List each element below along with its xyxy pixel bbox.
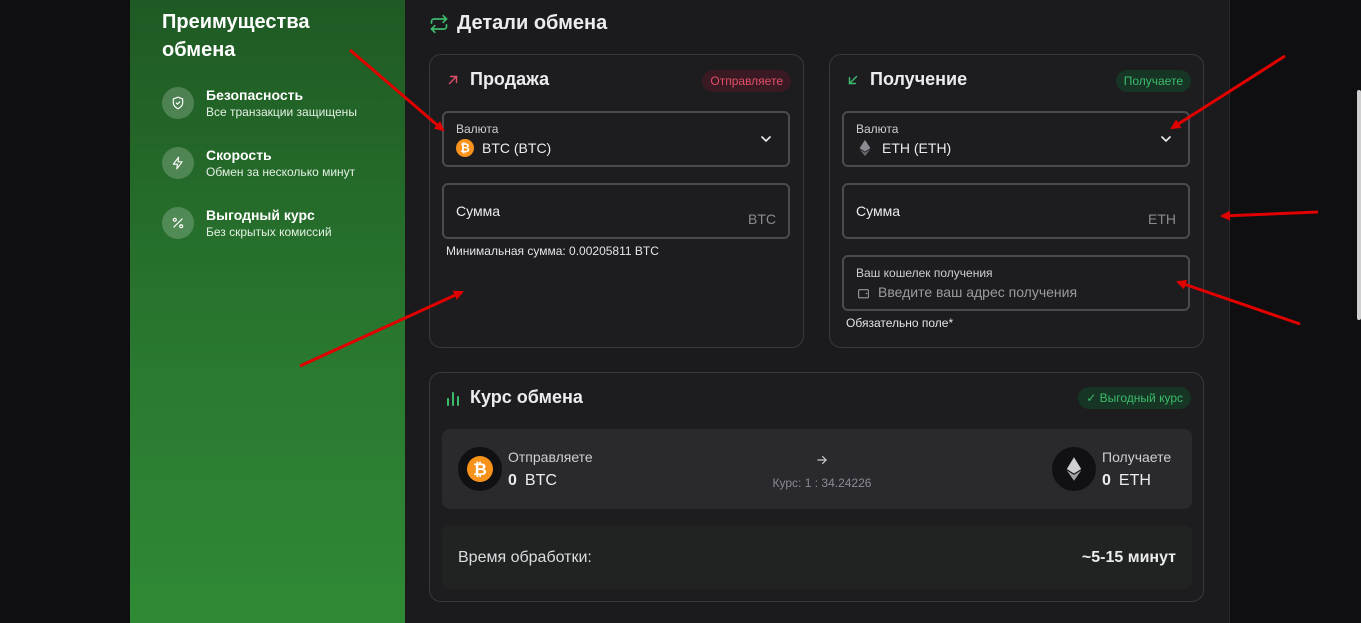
receive-amount-input[interactable]: Сумма ETH [842,183,1190,239]
sell-amount-input[interactable]: Сумма BTC [442,183,790,239]
currency-label: Валюта [856,122,899,136]
required-field-hint: Обязательно поле* [846,316,954,330]
wallet-label: Ваш кошелек получения [856,266,993,280]
send-currency: BTC [524,472,557,489]
amount-label: Сумма [856,203,900,219]
rate-summary: ₿ Отправляете 0 BTC Курс: 1 : 34.24226 По… [442,429,1192,509]
exchange-rate-card: Курс обмена ✓ Выгодный курс ₿ Отправляет… [429,372,1204,602]
benefit-title: Скорость [206,147,272,163]
svg-text:₿: ₿ [460,141,470,155]
benefit-rate: Выгодный курс Без скрытых комиссий [162,206,332,240]
benefits-sidebar: Преимущества обмена Безопасность Все тра… [130,0,405,623]
rate-card-header: Курс обмена [446,387,583,408]
selected-currency: ₿ BTC (BTC) [456,139,551,157]
wallet-icon [858,289,869,299]
amount-unit: BTC [748,211,776,227]
selected-currency: ETH (ETH) [856,139,951,157]
arrow-down-left-icon [848,75,858,84]
receive-card: Получение Получаете Валюта ETH (ETH) Сум… [829,54,1204,348]
lightning-icon [162,147,194,179]
currency-value: ETH (ETH) [882,140,952,156]
send-label: Отправляете [508,449,593,465]
best-rate-badge: ✓ Выгодный курс [1078,387,1191,409]
bar-chart-icon [447,391,459,406]
svg-text:₿: ₿ [473,459,487,479]
benefit-speed: Скорость Обмен за несколько минут [162,146,355,180]
chevron-down-icon[interactable] [758,131,774,147]
receive-label: Получаете [1102,449,1172,465]
send-amount: 0 BTC [508,472,557,490]
ethereum-icon [1052,447,1096,491]
benefit-subtitle: Обмен за несколько минут [206,165,356,179]
best-rate-text: Выгодный курс [1099,391,1183,405]
page-margin-left [0,0,130,623]
processing-time-value: ~5-15 минут [1081,549,1176,566]
processing-time: Время обработки: ~5-15 минут [442,525,1192,589]
currency-value: BTC (BTC) [482,140,552,156]
percent-icon [162,207,194,239]
sell-card-header: Продажа [446,69,549,90]
wallet-placeholder: Введите ваш адрес получения [878,284,1078,300]
page-title: Детали обмена [429,12,607,35]
sidebar-title: Преимущества обмена [162,11,310,61]
bitcoin-icon: ₿ [456,139,474,157]
amount-label: Сумма [456,203,500,219]
ethereum-icon [859,139,871,157]
wallet-address-input[interactable]: Ваш кошелек получения Введите ваш адрес … [842,255,1190,311]
benefit-title: Выгодный курс [206,207,315,223]
currency-label: Валюта [456,122,499,136]
receive-amount: 0 ETH [1102,472,1151,490]
amount-unit: ETH [1148,211,1176,227]
receive-badge: Получаете [1115,70,1191,92]
processing-time-label: Время обработки: [458,549,592,566]
arrow-up-right-icon [448,75,458,84]
receive-card-header: Получение [846,69,967,90]
chevron-down-icon[interactable] [1158,131,1174,147]
sell-card-title: Продажа [470,69,550,89]
min-amount-hint: Минимальная сумма: 0.00205811 BTC [446,244,659,258]
page-margin-right [1229,0,1361,623]
check-icon: ✓ [1086,391,1100,405]
sell-currency-select[interactable]: Валюта ₿ BTC (BTC) [442,111,790,167]
benefit-security: Безопасность Все транзакции защищены [162,86,357,120]
rate-card-title: Курс обмена [470,387,583,407]
benefit-subtitle: Все транзакции защищены [206,105,357,119]
scrollbar[interactable] [1357,90,1361,320]
page-title-text: Детали обмена [457,12,608,34]
receive-currency: ETH [1118,472,1151,489]
sell-badge: Отправляете [702,70,791,92]
receive-amount-value: 0 [1102,472,1111,489]
benefit-title: Безопасность [206,87,304,103]
swap-icon [430,14,448,33]
arrow-right-icon [817,455,827,465]
receive-currency-select[interactable]: Валюта ETH (ETH) [842,111,1190,167]
shield-icon [162,87,194,119]
exchange-details-panel: Детали обмена Продажа Отправляете Валюта… [405,0,1229,623]
rate-text: Курс: 1 : 34.24226 [772,476,872,490]
bitcoin-icon: ₿ [458,447,502,491]
benefit-subtitle: Без скрытых комиссий [206,225,332,239]
send-amount-value: 0 [508,472,517,489]
sell-card: Продажа Отправляете Валюта ₿ BTC (BTC) С… [429,54,804,348]
exchange-page: Преимущества обмена Безопасность Все тра… [0,0,1361,623]
rate-info: Курс: 1 : 34.24226 [742,453,902,490]
receive-card-title: Получение [870,69,968,89]
